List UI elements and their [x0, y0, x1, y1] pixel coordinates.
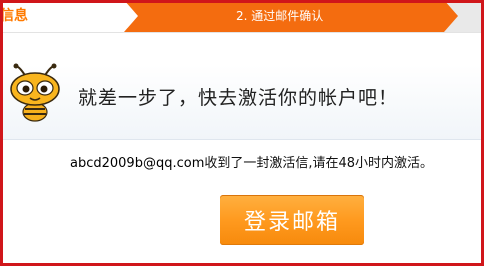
notice-email: abcd2009b@qq.com [70, 156, 205, 171]
step-previous: 信息 [0, 0, 124, 32]
step-current-label: 2. 通过邮件确认 [236, 9, 324, 23]
hero-panel: 就差一步了，快去激活你的帐户吧！ [0, 33, 484, 140]
step-current: 2. 通过邮件确认 [124, 0, 444, 32]
activation-notice: abcd2009b@qq.com收到了一封激活信,请在48小时内激活。 [70, 155, 433, 173]
step-progress-bar: 信息 2. 通过邮件确认 [0, 0, 484, 33]
notice-message: 收到了一封激活信,请在48小时内激活。 [204, 156, 434, 171]
step-current-arrow [444, 0, 458, 32]
login-mailbox-button[interactable]: 登录邮箱 [220, 195, 364, 245]
main-content: 就差一步了，快去激活你的帐户吧！ abcd2009b@qq.com收到了一封激活… [0, 33, 484, 266]
step-separator-arrow [124, 0, 138, 32]
bee-mascot-icon [10, 63, 60, 122]
step-previous-label: 信息 [0, 8, 28, 24]
headline: 就差一步了，快去激活你的帐户吧！ [78, 87, 399, 109]
